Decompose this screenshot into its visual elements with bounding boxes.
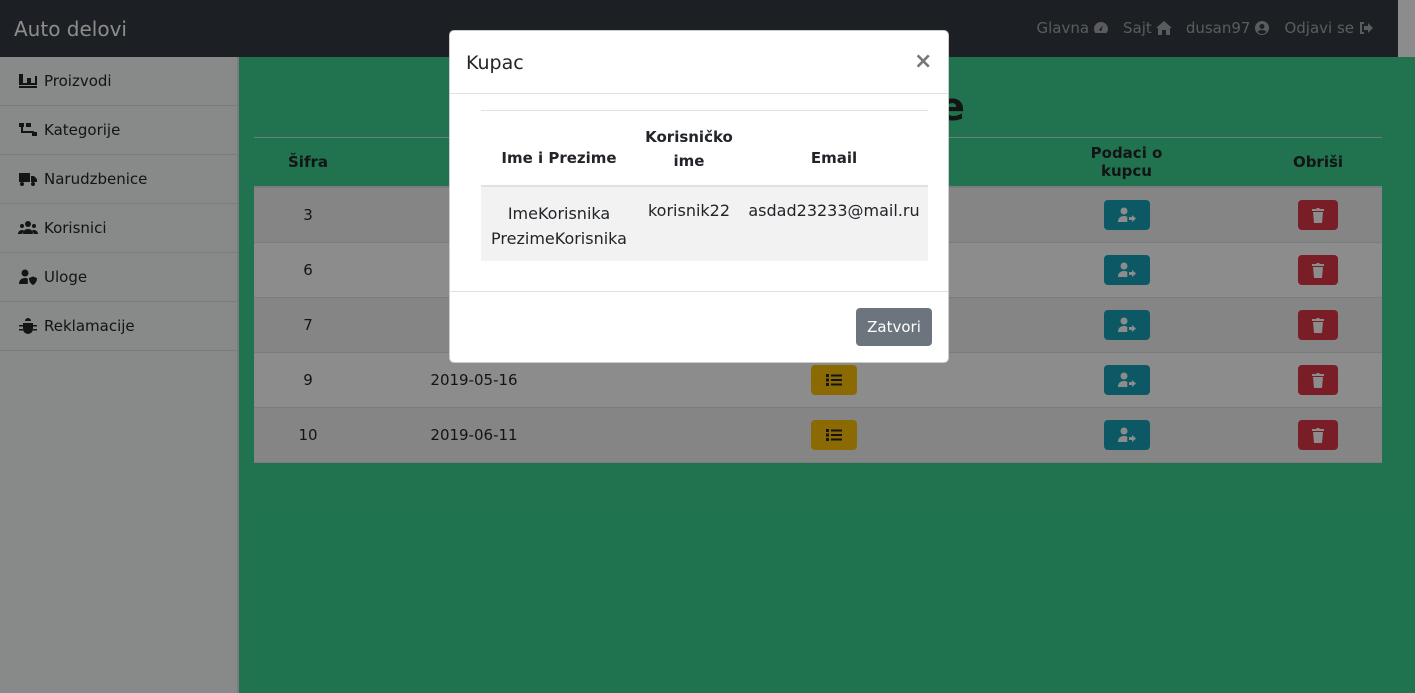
header-korisnicko-ime: Korisničko ime: [641, 125, 737, 173]
customer-first-name: ImeKorisnika: [507, 204, 611, 223]
close-icon[interactable]: ×: [914, 49, 932, 74]
header-email: Email: [810, 149, 858, 167]
modal-header: Kupac ×: [450, 31, 948, 94]
modal-footer: Zatvori: [450, 291, 948, 362]
modal-title: Kupac: [466, 52, 524, 74]
table-row: ImeKorisnika PrezimeKorisnika korisnik22…: [481, 187, 928, 261]
customer-table-header: Ime i Prezime Korisničko ime Email: [481, 111, 928, 187]
customer-modal: Kupac × Ime i Prezime Korisničko ime Ema…: [449, 30, 949, 363]
customer-full-name: ImeKorisnika PrezimeKorisnika: [481, 201, 637, 251]
customer-email: asdad23233@mail.ru: [748, 201, 920, 220]
customer-username: korisnik22: [647, 201, 731, 220]
header-korisnicko-line1: Korisničko: [645, 128, 733, 146]
customer-table: Ime i Prezime Korisničko ime Email ImeKo…: [481, 110, 928, 261]
close-button[interactable]: Zatvori: [856, 308, 932, 346]
header-ime-i-prezime: Ime i Prezime: [501, 149, 617, 167]
customer-last-name: PrezimeKorisnika: [491, 229, 627, 248]
header-korisnicko-line2: ime: [673, 152, 705, 170]
